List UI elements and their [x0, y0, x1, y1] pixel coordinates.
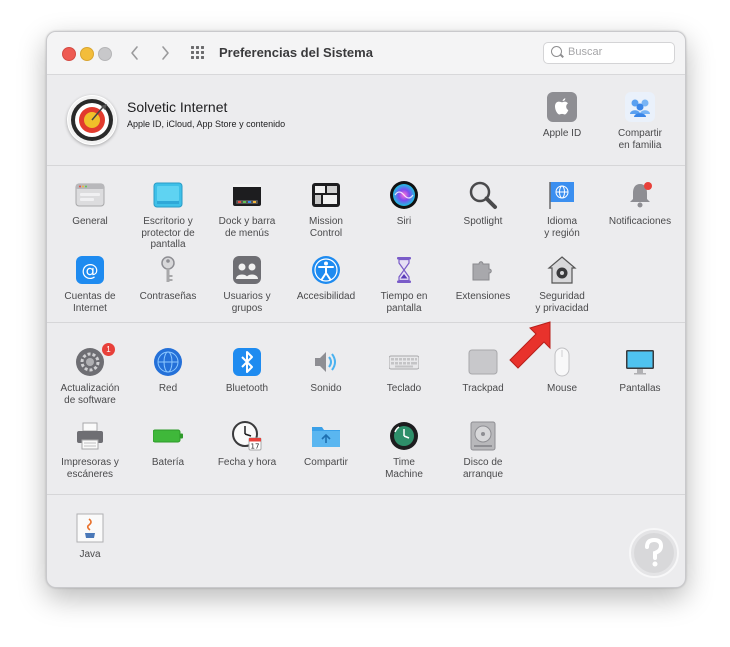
- pane-label: Red: [158, 383, 178, 394]
- sharing-folder-icon: [312, 427, 340, 447]
- clock-calendar-icon: 17: [232, 421, 262, 451]
- pane-label: Pantallas: [619, 383, 661, 394]
- apple-id-icon: [547, 92, 577, 122]
- apple-account-section: Solvetic Internet Apple ID, iCloud, App …: [47, 75, 685, 166]
- globe-flag-icon: [549, 182, 574, 209]
- spotlight-icon: [469, 181, 497, 209]
- java-icon: [76, 513, 104, 543]
- other-preferences-section: Java: [47, 495, 685, 587]
- at-icon: @: [76, 256, 104, 284]
- bluetooth-icon: [233, 348, 261, 376]
- chevron-left-icon: [131, 46, 138, 60]
- pane-label: Compartir en familia: [618, 128, 662, 151]
- desktop-icon: [153, 182, 183, 208]
- pane-label: Sonido: [310, 383, 342, 394]
- pane-label: Fecha y hora: [217, 457, 277, 468]
- red-arrow-pointer-icon: [509, 321, 551, 369]
- hourglass-icon: [397, 257, 411, 283]
- pane-label: Teclado: [386, 383, 422, 394]
- speaker-icon: [315, 352, 336, 372]
- dock-icon: [233, 184, 261, 206]
- siri-icon: [390, 181, 418, 209]
- battery-icon: [153, 429, 183, 443]
- pane-label: Trackpad: [462, 383, 504, 394]
- logo-watermark: [629, 528, 679, 578]
- account-subtitle: Apple ID, iCloud, App Store y contenido: [127, 119, 286, 129]
- personal-preferences-section: General Escritorio y protector de pantal…: [47, 166, 685, 323]
- pane-label: Compartir: [304, 457, 348, 468]
- pane-label: Escritorio y protector de pantalla: [141, 216, 195, 250]
- target-avatar-icon: [68, 96, 116, 144]
- mission-control-icon: [312, 183, 340, 207]
- account-name: Solvetic Internet: [127, 99, 228, 115]
- house-lock-icon: [547, 256, 577, 284]
- titlebar: Preferencias del Sistema Buscar: [47, 32, 685, 75]
- pane-label: Seguridad y privacidad: [535, 291, 589, 314]
- back-button[interactable]: [125, 42, 145, 64]
- printer-icon: [77, 422, 103, 450]
- accessibility-icon: [312, 256, 340, 284]
- minimize-button[interactable]: [80, 47, 94, 61]
- chevron-right-icon: [162, 46, 169, 60]
- pane-label: Notificaciones: [608, 216, 672, 227]
- pane-label: Siri: [396, 216, 412, 227]
- close-button[interactable]: [62, 47, 76, 61]
- pane-label: General: [72, 216, 108, 227]
- pane-label: Tiempo en pantalla: [380, 291, 428, 314]
- pane-label: Bluetooth: [225, 383, 269, 394]
- pane-label: Cuentas de Internet: [64, 291, 116, 314]
- pane-label: Spotlight: [463, 216, 503, 227]
- key-icon: [161, 256, 175, 282]
- calendar-day: 17: [251, 443, 260, 451]
- pane-label: Mouse: [546, 383, 577, 394]
- puzzle-icon: [472, 261, 492, 281]
- family-sharing-icon: [625, 92, 655, 122]
- pane-label: Contraseñas: [139, 291, 197, 302]
- pane-label: Apple ID: [542, 128, 582, 139]
- pane-label: Impresoras y escáneres: [61, 457, 119, 480]
- search-icon: [551, 46, 562, 57]
- pane-label: Disco de arranque: [462, 457, 504, 480]
- trackpad-icon: [468, 349, 498, 375]
- pane-label: Accesibilidad: [296, 291, 356, 302]
- svg-text:@: @: [82, 261, 99, 281]
- update-badge: 1: [102, 343, 115, 356]
- hardware-preferences-section: 1 Actualización de software Red Bluetoot…: [47, 323, 685, 495]
- window-title: Preferencias del Sistema: [219, 45, 373, 60]
- gear-update-icon: [76, 348, 104, 376]
- system-preferences-window: Preferencias del Sistema Buscar Solvetic…: [46, 31, 686, 588]
- bell-icon: [630, 182, 652, 208]
- time-machine-icon: [390, 422, 418, 450]
- search-placeholder: Buscar: [568, 46, 603, 58]
- pane-label: Usuarios y grupos: [223, 291, 271, 314]
- pane-label: Java: [79, 549, 101, 560]
- pane-label: Dock y barra de menús: [218, 216, 276, 239]
- zoom-button[interactable]: [98, 47, 112, 61]
- hard-disk-icon: [470, 421, 496, 451]
- search-field[interactable]: Buscar: [543, 42, 675, 64]
- keyboard-icon: [389, 355, 419, 370]
- network-globe-icon: [154, 348, 182, 376]
- grid-icon: [191, 46, 204, 59]
- avatar[interactable]: [67, 95, 117, 145]
- pane-label: Mission Control: [309, 216, 343, 239]
- general-icon: [75, 183, 105, 207]
- users-icon: [233, 256, 261, 284]
- pane-label: Actualización de software: [60, 383, 120, 406]
- pane-label: Time Machine: [385, 457, 423, 480]
- pane-label: Idioma y región: [544, 216, 580, 239]
- display-icon: [626, 350, 654, 375]
- pane-label: Batería: [151, 457, 185, 468]
- pane-label: Extensiones: [455, 291, 511, 302]
- show-all-grid-button[interactable]: [191, 46, 207, 60]
- question-person-icon: [634, 533, 674, 573]
- forward-button[interactable]: [155, 42, 175, 64]
